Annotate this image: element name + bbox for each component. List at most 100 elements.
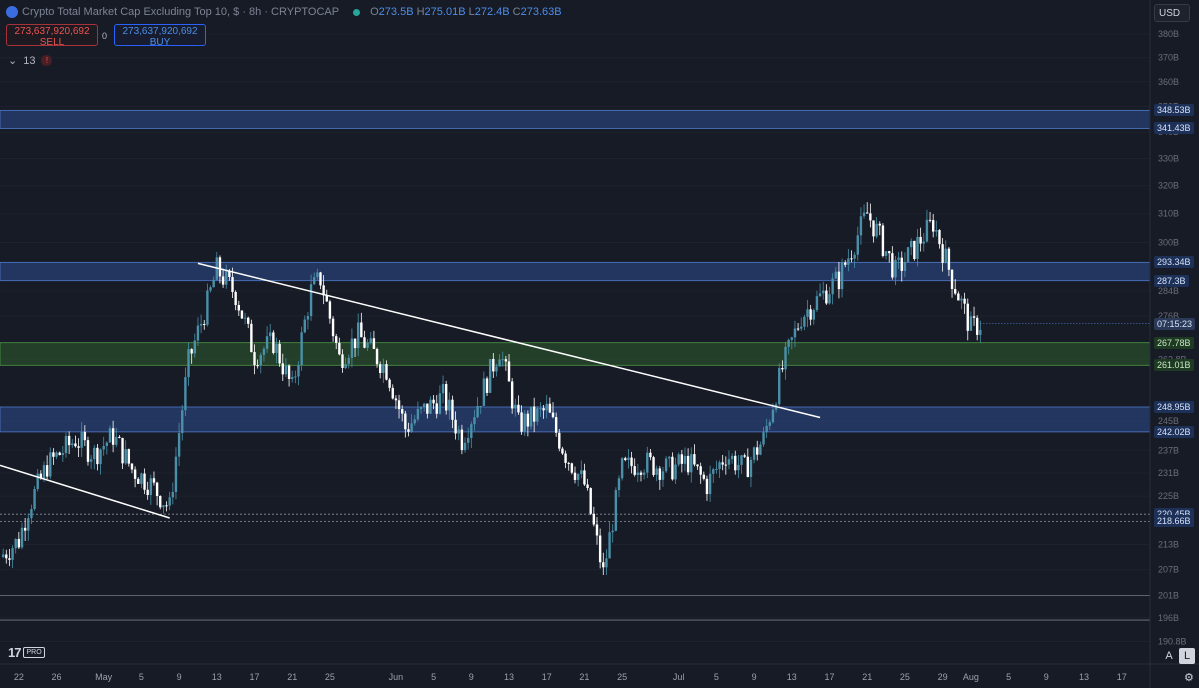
candle-body (869, 213, 872, 221)
candle-body (903, 262, 907, 271)
candle-body (17, 538, 21, 548)
error-icon[interactable]: ! (41, 55, 53, 66)
candle-body (297, 365, 300, 377)
candle-body (269, 332, 272, 337)
gear-icon[interactable]: ⚙ (1184, 671, 1194, 684)
indicator-count: 13 (23, 54, 36, 67)
candle-body (979, 329, 982, 335)
buy-button[interactable]: 273,637,920,692 BUY (114, 24, 206, 48)
candle-body (118, 436, 121, 438)
candle-body (124, 449, 127, 464)
candle-body (507, 361, 511, 382)
candle-body (11, 548, 14, 560)
candle-body (875, 223, 878, 237)
y-tick-label: 320B (1158, 181, 1179, 191)
candle-body (558, 432, 561, 449)
pro-badge-icon: PRO (23, 647, 45, 658)
y-tick-label: 196B (1158, 613, 1179, 623)
candle-body (834, 271, 837, 279)
y-tick-label: 300B (1158, 238, 1179, 248)
chart-stage[interactable]: 380B370B360B350B340B330B320B310B300B284B… (0, 0, 1199, 688)
candle-body (781, 367, 784, 370)
candle-body (463, 442, 467, 451)
candle-body (796, 328, 800, 330)
candle-body (545, 403, 548, 411)
zone-blue-3[interactable] (0, 406, 1151, 433)
candle-body (212, 279, 215, 288)
candle-body (554, 417, 558, 433)
x-tick-label: 9 (752, 672, 757, 682)
candle-body (627, 457, 630, 461)
candle-body (712, 469, 715, 474)
candle-body (375, 348, 379, 365)
candle-body (762, 432, 765, 445)
currency-selector[interactable]: USD (1154, 4, 1190, 22)
candle-body (690, 454, 693, 473)
x-tick-label: 9 (177, 672, 182, 682)
price-chart[interactable]: 380B370B360B350B340B330B320B310B300B284B… (0, 0, 1199, 688)
x-tick-label: 17 (250, 672, 260, 682)
candle-body (391, 387, 394, 399)
candle-body (957, 293, 960, 301)
candle-body (262, 348, 266, 355)
candle-body (856, 235, 859, 255)
candle-body (27, 518, 30, 531)
candle-body (454, 419, 457, 434)
log-scale-button[interactable]: L (1179, 648, 1195, 664)
candle-body (193, 340, 197, 354)
candle-body (784, 346, 787, 370)
candle-body (385, 364, 388, 380)
candle-body (479, 406, 482, 408)
candle-body (400, 409, 404, 414)
candle-body (309, 284, 313, 317)
candle-body (218, 257, 222, 277)
trendline-1[interactable] (197, 262, 821, 419)
zone-blue-0[interactable] (0, 109, 1151, 129)
candle-body (422, 403, 426, 408)
candle-body (749, 459, 753, 478)
candle-body (620, 458, 624, 479)
candle-body (975, 317, 979, 335)
zone-blue-1[interactable] (0, 261, 1151, 282)
price-level-badge: 287.3B (1154, 274, 1189, 287)
y-tick-label: 207B (1158, 565, 1179, 575)
candle-body (360, 322, 363, 338)
symbol-title[interactable]: Crypto Total Market Cap Excluding Top 10… (22, 6, 339, 18)
x-tick-label: 29 (938, 672, 948, 682)
candle-body (162, 505, 165, 508)
candle-body (752, 447, 756, 460)
candle-body (800, 326, 803, 329)
indicators-toggle[interactable]: ⌄ 13 ! (8, 54, 53, 67)
candle-body (306, 316, 310, 320)
sell-button[interactable]: 273,637,920,692 SELL (6, 24, 98, 48)
candle-body (721, 462, 724, 465)
candle-body (680, 454, 684, 464)
candle-body (115, 436, 118, 445)
candle-body (30, 509, 33, 519)
candle-body (460, 429, 464, 451)
candle-body (639, 472, 643, 475)
candle-body (256, 365, 259, 367)
candle-body (325, 295, 328, 302)
candle-body (803, 316, 806, 327)
candle-body (89, 459, 93, 462)
candle-body (878, 223, 881, 226)
auto-scale-button[interactable]: A (1161, 648, 1177, 664)
candle-body (624, 458, 627, 461)
zone-green-2[interactable] (0, 342, 1151, 366)
price-level-badge: 218.66B (1154, 515, 1194, 528)
candle-body (366, 342, 369, 348)
tradingview-logo[interactable]: 17 PRO (8, 645, 45, 660)
candle-body (303, 319, 306, 333)
candle-body (14, 538, 17, 549)
candle-body (853, 254, 856, 259)
candle-body (778, 367, 781, 405)
x-tick-label: 13 (504, 672, 514, 682)
x-tick-label: 17 (542, 672, 552, 682)
candle-body (768, 422, 772, 426)
x-tick-label: 13 (1079, 672, 1089, 682)
candle-body (586, 484, 589, 489)
ohlc-key: O (370, 6, 379, 18)
candle-body (177, 433, 181, 457)
candle-body (225, 270, 228, 285)
